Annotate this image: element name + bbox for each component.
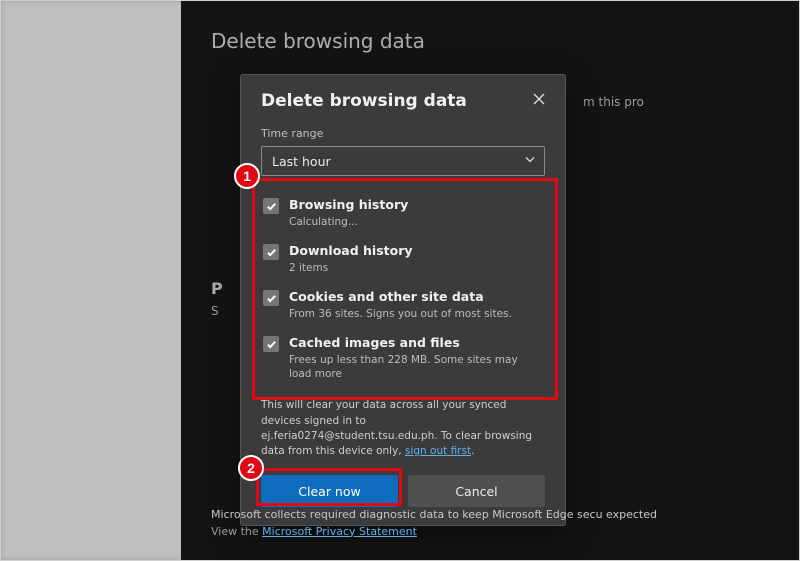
delete-browsing-data-dialog: Delete browsing data Time range Last hou…	[240, 74, 566, 526]
close-button[interactable]	[527, 87, 551, 111]
option-title: Download history	[289, 243, 413, 260]
chevron-down-icon	[524, 154, 536, 169]
bg-text-fragment: m this pro	[583, 95, 644, 109]
option-download-history: Download history 2 items	[261, 236, 545, 282]
sign-out-link[interactable]: sign out first	[405, 445, 471, 457]
option-cookies: Cookies and other site data From 36 site…	[261, 282, 545, 328]
close-icon	[533, 90, 545, 109]
dialog-title: Delete browsing data	[261, 91, 467, 111]
option-cache: Cached images and files Frees up less th…	[261, 328, 545, 388]
option-sub: Calculating...	[289, 215, 408, 229]
time-range-label: Time range	[261, 127, 545, 140]
cancel-button[interactable]: Cancel	[408, 475, 545, 507]
bg-priv-header-char: P	[211, 279, 223, 298]
dialog-buttons: Clear now Cancel	[261, 475, 545, 507]
option-title: Cached images and files	[289, 335, 543, 352]
checkbox-cookies[interactable]	[263, 290, 279, 306]
option-list: Browsing history Calculating... Download…	[261, 190, 545, 388]
option-title: Cookies and other site data	[289, 289, 512, 306]
option-browsing-history: Browsing history Calculating...	[261, 190, 545, 236]
page-title: Delete browsing data	[211, 29, 773, 53]
checkbox-browsing-history[interactable]	[263, 198, 279, 214]
time-range-select[interactable]: Last hour	[261, 146, 545, 176]
sync-note: This will clear your data across all you…	[261, 398, 545, 459]
dialog-header: Delete browsing data	[261, 91, 545, 127]
privacy-statement-link[interactable]: Microsoft Privacy Statement	[262, 525, 417, 538]
option-title: Browsing history	[289, 197, 408, 214]
checkbox-cache[interactable]	[263, 336, 279, 352]
bg-priv-sub-char: S	[211, 304, 219, 318]
option-sub: From 36 sites. Signs you out of most sit…	[289, 307, 512, 321]
privacy-diagnostic-text: Microsoft collects required diagnostic d…	[211, 507, 791, 540]
clear-now-button[interactable]: Clear now	[261, 475, 398, 507]
option-sub: 2 items	[289, 261, 413, 275]
checkbox-download-history[interactable]	[263, 244, 279, 260]
time-range-value: Last hour	[272, 154, 331, 169]
stage: Delete browsing data m this pro P S Dele…	[0, 0, 800, 561]
option-sub: Frees up less than 228 MB. Some sites ma…	[289, 353, 543, 381]
